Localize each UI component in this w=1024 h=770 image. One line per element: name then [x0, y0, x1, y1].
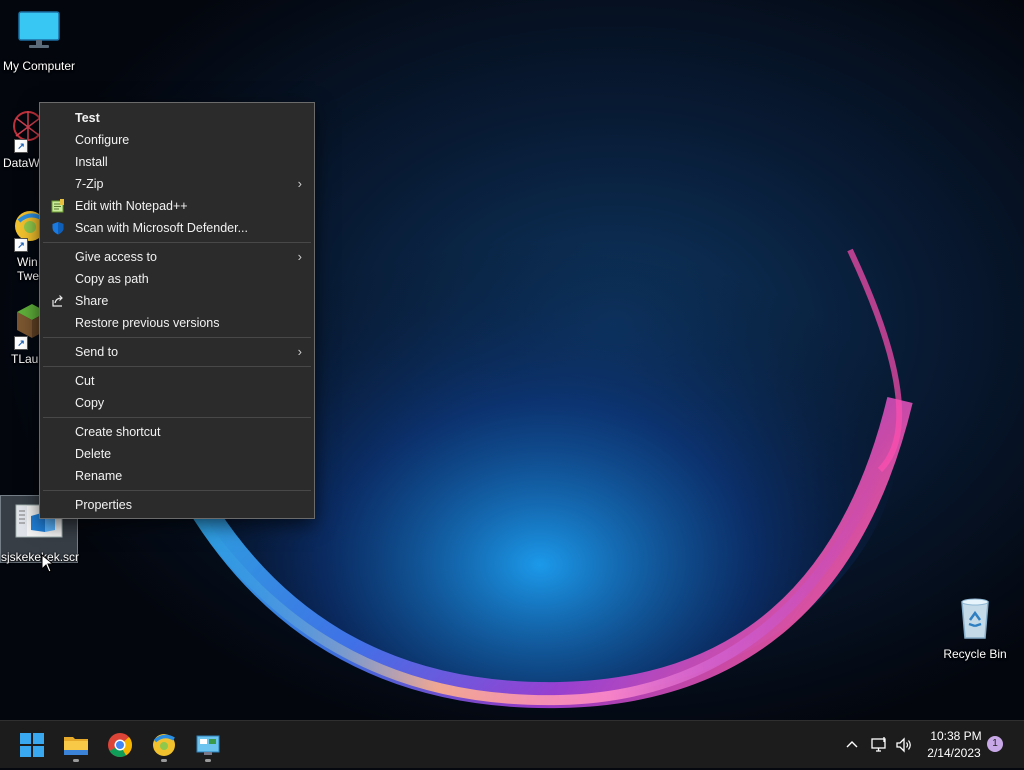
chevron-up-icon[interactable]	[844, 737, 860, 753]
menu-item-label: Restore previous versions	[75, 316, 220, 330]
chevron-right-icon: ›	[297, 249, 302, 264]
volume-icon[interactable]	[895, 736, 913, 754]
desktop-icon-my-computer[interactable]: My Computer	[0, 8, 78, 76]
chevron-right-icon: ›	[297, 176, 302, 191]
menu-item-label: Install	[75, 155, 108, 169]
menu-item-label: Properties	[75, 498, 132, 512]
menu-separator	[43, 490, 311, 491]
clock-date[interactable]: 2/14/2023	[919, 746, 989, 760]
context-menu: Test Configure Install 7-Zip › Edit with…	[39, 102, 315, 519]
menu-item-cut[interactable]: Cut	[42, 370, 312, 392]
notepad-plus-plus-icon	[51, 199, 64, 213]
notification-badge[interactable]: 1	[987, 736, 1003, 752]
menu-item-create-shortcut[interactable]: Create shortcut	[42, 421, 312, 443]
menu-item-install[interactable]: Install	[42, 151, 312, 173]
menu-item-delete[interactable]: Delete	[42, 443, 312, 465]
menu-item-copy-as-path[interactable]: Copy as path	[42, 268, 312, 290]
running-indicator	[73, 759, 79, 762]
clock-time[interactable]: 10:38 PM	[921, 729, 991, 743]
menu-item-copy[interactable]: Copy	[42, 392, 312, 414]
desktop-icon-label: My Computer	[2, 59, 76, 73]
menu-item-edit-with-notepad[interactable]: Edit with Notepad++	[42, 195, 312, 217]
taskbar-file-explorer[interactable]	[56, 725, 96, 765]
menu-item-label: Copy as path	[75, 272, 149, 286]
menu-separator	[43, 366, 311, 367]
network-icon[interactable]	[870, 736, 888, 754]
menu-item-label: Share	[75, 294, 109, 308]
taskbar-chrome[interactable]	[100, 725, 140, 765]
desktop-icon-label: sjskekekek.scr	[1, 550, 80, 564]
menu-item-label: Configure	[75, 133, 130, 147]
running-indicator	[205, 759, 211, 762]
menu-item-label: Edit with Notepad++	[75, 199, 188, 213]
menu-separator	[43, 337, 311, 338]
menu-item-test[interactable]: Test	[42, 107, 312, 129]
taskbar: 10:38 PM 2/14/2023	[0, 720, 1024, 768]
menu-item-7zip[interactable]: 7-Zip ›	[42, 173, 312, 195]
menu-item-scan-with-defender[interactable]: Scan with Microsoft Defender...	[42, 217, 312, 239]
menu-item-label: Test	[75, 111, 100, 125]
desktop-icon-recycle-bin[interactable]: Recycle Bin	[936, 596, 1014, 664]
start-button[interactable]	[12, 725, 52, 765]
recycle-bin-icon	[961, 598, 989, 639]
menu-item-send-to[interactable]: Send to ›	[42, 341, 312, 363]
shortcut-arrow-icon: ↗	[14, 336, 28, 350]
shortcut-arrow-icon: ↗	[14, 139, 28, 153]
start-icon	[20, 733, 44, 757]
menu-item-configure[interactable]: Configure	[42, 129, 312, 151]
menu-item-label: Give access to	[75, 250, 157, 264]
menu-item-label: 7-Zip	[75, 177, 104, 191]
menu-item-label: Create shortcut	[75, 425, 161, 439]
menu-item-give-access-to[interactable]: Give access to ›	[42, 246, 312, 268]
taskbar-winaero-tweaker[interactable]	[144, 725, 184, 765]
mouse-cursor-icon	[41, 554, 55, 573]
menu-separator	[43, 242, 311, 243]
menu-separator	[43, 417, 311, 418]
menu-item-label: Scan with Microsoft Defender...	[75, 221, 248, 235]
chevron-right-icon: ›	[297, 344, 302, 359]
share-icon	[52, 295, 63, 307]
shortcut-arrow-icon: ↗	[14, 238, 28, 252]
taskbar-control-panel[interactable]	[188, 725, 228, 765]
menu-item-label: Rename	[75, 469, 123, 483]
menu-item-label: Delete	[75, 447, 112, 461]
desktop-icon-label: Recycle Bin	[943, 647, 1007, 661]
monitor-icon	[18, 11, 60, 48]
menu-item-label: Copy	[75, 396, 105, 410]
menu-item-label: Send to	[75, 345, 119, 359]
running-indicator	[161, 759, 167, 762]
menu-item-label: Cut	[75, 374, 95, 388]
defender-shield-icon	[52, 222, 64, 235]
chrome-icon	[108, 733, 133, 758]
menu-item-properties[interactable]: Properties	[42, 494, 312, 516]
menu-item-rename[interactable]: Rename	[42, 465, 312, 487]
menu-item-restore-previous-versions[interactable]: Restore previous versions	[42, 312, 312, 334]
menu-item-share[interactable]: Share	[42, 290, 312, 312]
